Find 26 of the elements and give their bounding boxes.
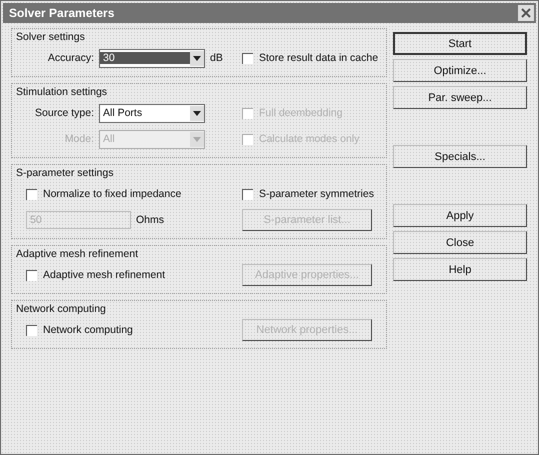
group-title: Network computing xyxy=(16,303,106,315)
field-label: Source type: xyxy=(34,107,94,119)
checkbox[interactable]: Store result data in cache xyxy=(242,52,378,64)
button[interactable]: Close xyxy=(393,231,527,254)
group-title: Stimulation settings xyxy=(16,86,108,98)
unit-label: dB xyxy=(210,52,223,64)
dropdown[interactable]: All Ports xyxy=(99,104,205,122)
field-label: Accuracy: xyxy=(46,52,94,64)
checkbox[interactable]: Normalize to fixed impedance xyxy=(26,188,182,200)
button[interactable]: Start xyxy=(393,32,527,55)
button[interactable]: Help xyxy=(393,258,527,281)
button[interactable]: Apply xyxy=(393,204,527,227)
field-label: Mode: xyxy=(64,133,94,145)
group-title: Adaptive mesh refinement xyxy=(16,248,138,260)
close-icon[interactable] xyxy=(518,5,534,21)
window-title: Solver Parameters xyxy=(9,6,114,20)
button[interactable]: Par. sweep... xyxy=(393,86,527,109)
group-title: S-parameter settings xyxy=(16,167,114,179)
unit-label: Ohms xyxy=(136,214,164,226)
checkbox[interactable]: Adaptive mesh refinement xyxy=(26,269,165,281)
dropdown[interactable]: 30 xyxy=(99,48,205,68)
button[interactable]: Optimize... xyxy=(393,59,527,82)
button[interactable]: Specials... xyxy=(393,145,527,168)
checkbox[interactable]: Network computing xyxy=(26,324,133,336)
group-title: Solver settings xyxy=(16,31,85,43)
checkbox[interactable]: S-parameter symmetries xyxy=(242,188,374,200)
